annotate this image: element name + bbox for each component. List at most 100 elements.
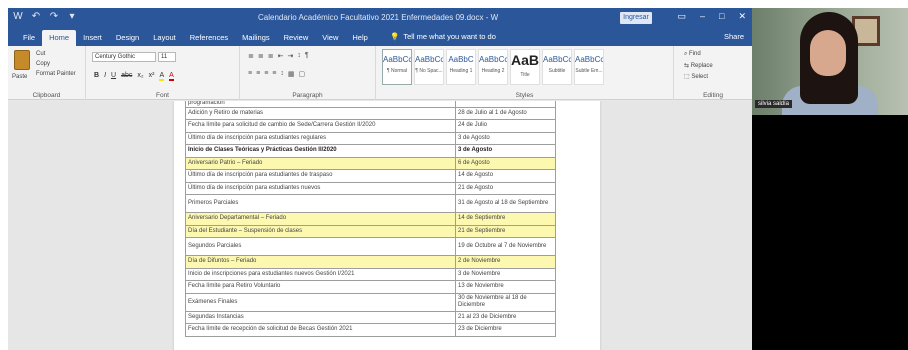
format-painter-button[interactable]: Format Painter bbox=[36, 71, 76, 77]
share-button[interactable]: Share bbox=[724, 32, 744, 41]
strikethrough-button[interactable]: abc bbox=[121, 72, 132, 81]
event-date-cell[interactable]: 3 de Agosto bbox=[455, 144, 556, 158]
table-row: Último día de inscripción para estudiant… bbox=[185, 181, 556, 195]
event-description-cell[interactable]: Último día de inscripción para estudiant… bbox=[185, 131, 456, 145]
event-date-cell[interactable]: 3 de Agosto bbox=[455, 131, 556, 145]
italic-button[interactable]: I bbox=[104, 72, 106, 81]
tab-design[interactable]: Design bbox=[109, 30, 146, 46]
event-description-cell[interactable]: Aniversario Departamental – Feriado bbox=[185, 212, 456, 226]
align-right-button[interactable]: ≡ bbox=[264, 70, 268, 78]
customize-qat-icon[interactable]: ▾ bbox=[66, 11, 78, 23]
text-highlight-button[interactable]: A bbox=[159, 72, 165, 81]
event-description-cell[interactable]: Fecha límite de recepción de solicitud d… bbox=[185, 323, 456, 337]
show-marks-button[interactable]: ¶ bbox=[305, 52, 309, 60]
event-description-cell[interactable]: Último día de inscripción para estudiant… bbox=[185, 181, 456, 195]
decrease-indent-button[interactable]: ⇤ bbox=[278, 52, 284, 60]
paste-icon[interactable] bbox=[14, 50, 30, 70]
find-button[interactable]: ⌕ Find bbox=[684, 51, 701, 58]
increase-indent-button[interactable]: ⇥ bbox=[288, 52, 294, 60]
event-date-cell[interactable]: 14 de Agosto bbox=[455, 169, 556, 183]
line-spacing-button[interactable]: ↕ bbox=[280, 70, 284, 78]
table-row: Día del Estudiante – Suspensión de clase… bbox=[185, 224, 556, 238]
tab-review[interactable]: Review bbox=[277, 30, 316, 46]
ribbon-display-options-icon[interactable]: ▭ bbox=[677, 11, 686, 22]
style-heading-1[interactable]: AaBbC Heading 1 bbox=[446, 49, 476, 85]
tab-references[interactable]: References bbox=[183, 30, 235, 46]
style-subtle-emphasis[interactable]: AaBbCcD Subtle Em... bbox=[574, 49, 604, 85]
event-description-cell[interactable]: Primeros Parciales bbox=[185, 194, 456, 213]
paste-button[interactable]: Paste bbox=[12, 74, 27, 80]
tab-mailings[interactable]: Mailings bbox=[235, 30, 277, 46]
tab-insert[interactable]: Insert bbox=[76, 30, 109, 46]
tab-file[interactable]: File bbox=[16, 30, 42, 46]
event-date-cell[interactable]: 31 de Agosto al 18 de Septiembre bbox=[455, 194, 556, 213]
justify-button[interactable]: ≡ bbox=[272, 70, 276, 78]
align-center-button[interactable]: ≡ bbox=[256, 70, 260, 78]
event-date-cell[interactable]: 23 de Diciembre bbox=[455, 323, 556, 337]
event-date-cell[interactable]: 13 de Noviembre bbox=[455, 280, 556, 294]
font-size-box[interactable]: 11 bbox=[158, 52, 176, 62]
table-row: Fecha límite para solicitud de cambio de… bbox=[185, 119, 556, 133]
redo-icon[interactable]: ↷ bbox=[48, 11, 60, 23]
sign-in-button[interactable]: Ingresar bbox=[620, 12, 652, 24]
event-description-cell[interactable]: Aniversario Patrio – Feriado bbox=[185, 156, 456, 170]
style-subtitle[interactable]: AaBbCcD Subtitle bbox=[542, 49, 572, 85]
event-date-cell[interactable]: 30 de Noviembre al 18 de Diciembre bbox=[455, 292, 556, 312]
document-page[interactable]: programación Adición y Retiro de materias… bbox=[174, 101, 600, 350]
superscript-button[interactable]: x² bbox=[149, 72, 155, 81]
event-description-cell[interactable]: Exámenes Finales bbox=[185, 292, 456, 312]
bullets-button[interactable]: ≣ bbox=[248, 52, 254, 60]
sort-button[interactable]: ↕ bbox=[297, 52, 301, 60]
tab-home[interactable]: Home bbox=[42, 30, 77, 46]
tab-help[interactable]: Help bbox=[345, 30, 374, 46]
document-editing-area[interactable]: programación Adición y Retiro de materias… bbox=[8, 101, 752, 350]
event-description-cell[interactable]: Adición y Retiro de materias bbox=[185, 106, 456, 120]
event-date-cell[interactable]: 19 de Octubre al 7 de Noviembre bbox=[455, 237, 556, 256]
event-date-cell[interactable]: 24 de Julio bbox=[455, 119, 556, 133]
event-date-cell[interactable]: 2 de Noviembre bbox=[455, 255, 556, 269]
tab-view[interactable]: View bbox=[315, 30, 345, 46]
font-color-button[interactable]: A bbox=[169, 72, 174, 81]
font-format-buttons: B I U abc x₂ x² A A bbox=[94, 72, 174, 81]
event-description-cell[interactable]: Inicio de Clases Teóricas y Prácticas Ge… bbox=[185, 144, 456, 158]
event-date-cell[interactable]: 6 de Agosto bbox=[455, 156, 556, 170]
style-no-spacing[interactable]: AaBbCcDc ¶ No Spac... bbox=[414, 49, 444, 85]
event-description-cell[interactable]: Último día de inscripción para estudiant… bbox=[185, 169, 456, 183]
style-normal[interactable]: AaBbCcDc ¶ Normal bbox=[382, 49, 412, 85]
cut-button[interactable]: Cut bbox=[36, 51, 45, 57]
shading-button[interactable]: ▦ bbox=[288, 70, 295, 78]
subscript-button[interactable]: x₂ bbox=[137, 72, 143, 81]
font-name-box[interactable]: Century Gothic bbox=[92, 52, 156, 62]
event-description-cell[interactable]: Fecha límite para Retiro Voluntario bbox=[185, 280, 456, 294]
event-date-cell[interactable]: 21 de Septiembre bbox=[455, 224, 556, 238]
event-description-cell[interactable]: Segundas Instancias bbox=[185, 310, 456, 324]
bold-button[interactable]: B bbox=[94, 72, 99, 81]
select-button[interactable]: ⬚ Select bbox=[684, 73, 708, 80]
align-left-button[interactable]: ≡ bbox=[248, 70, 252, 78]
event-date-cell[interactable]: 21 al 23 de Diciembre bbox=[455, 310, 556, 324]
event-description-cell[interactable]: Fecha límite para solicitud de cambio de… bbox=[185, 119, 456, 133]
event-description-cell[interactable]: Día de Difuntos – Feriado bbox=[185, 255, 456, 269]
event-date-cell[interactable]: 14 de Septiembre bbox=[455, 212, 556, 226]
numbering-button[interactable]: ≣ bbox=[258, 52, 264, 60]
event-description-cell[interactable]: Inicio de inscripciones para estudiantes… bbox=[185, 267, 456, 281]
copy-button[interactable]: Copy bbox=[36, 61, 50, 67]
style-title[interactable]: AaB Title bbox=[510, 49, 540, 85]
style-heading-2[interactable]: AaBbCc Heading 2 bbox=[478, 49, 508, 85]
undo-icon[interactable]: ↶ bbox=[30, 11, 42, 23]
style-sample: AaBbCcD bbox=[543, 55, 571, 64]
replace-button[interactable]: ⇆ Replace bbox=[684, 62, 713, 69]
event-date-cell[interactable]: 21 de Agosto bbox=[455, 181, 556, 195]
underline-button[interactable]: U bbox=[111, 72, 116, 81]
multilevel-list-button[interactable]: ≣ bbox=[268, 52, 274, 60]
event-date-cell[interactable]: 28 de Julio al 1 de Agosto bbox=[455, 106, 556, 120]
event-description-cell[interactable]: Día del Estudiante – Suspensión de clase… bbox=[185, 224, 456, 238]
restore-icon[interactable]: □ bbox=[719, 11, 724, 22]
close-icon[interactable]: ✕ bbox=[738, 11, 746, 22]
event-date-cell[interactable]: 3 de Noviembre bbox=[455, 267, 556, 281]
event-description-cell[interactable]: Segundos Parciales bbox=[185, 237, 456, 256]
tab-layout[interactable]: Layout bbox=[146, 30, 183, 46]
minimize-icon[interactable]: – bbox=[700, 11, 705, 22]
tell-me-search[interactable]: 💡 Tell me what you want to do bbox=[390, 32, 496, 41]
borders-button[interactable]: ▢ bbox=[299, 70, 306, 78]
